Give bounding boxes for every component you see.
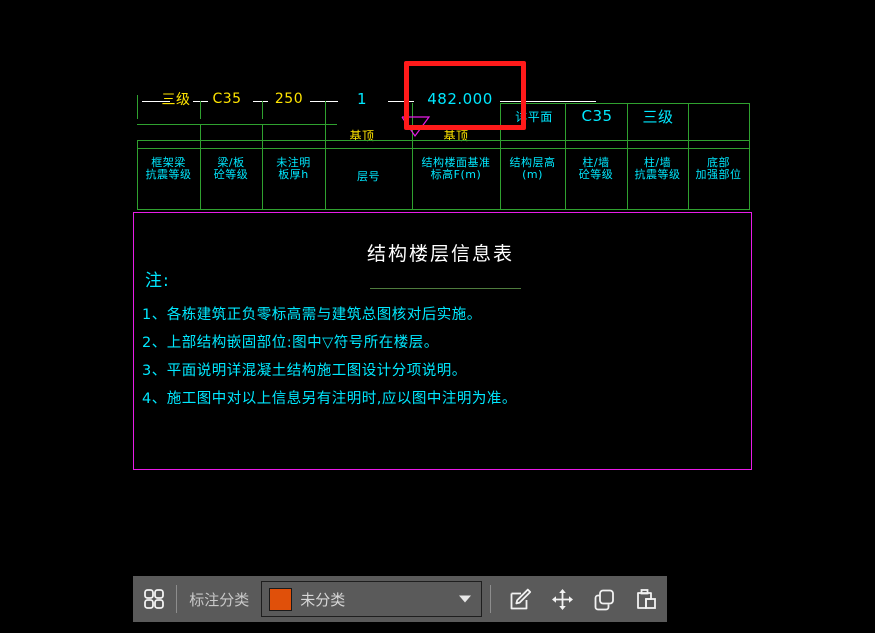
table-header-8: 底部 加强部位 <box>688 157 749 181</box>
note-item-1: 2、上部结构嵌固部位:图中▽符号所在楼层。 <box>142 335 439 351</box>
grid-view-button[interactable] <box>133 576 174 622</box>
grid-icon <box>143 589 164 609</box>
category-color-swatch <box>269 587 293 611</box>
header-line: 板厚h <box>278 167 309 181</box>
right-value-1: C35 <box>581 107 613 125</box>
grid-stub <box>137 95 138 119</box>
edit-icon <box>510 588 531 609</box>
notes-label: 注: <box>145 271 170 291</box>
leader-value-0: 三级 <box>161 92 191 108</box>
table-header-1: 梁/板 砼等级 <box>200 157 262 181</box>
move-button[interactable] <box>541 576 583 622</box>
table-header-6: 柱/墙 砼等级 <box>565 157 627 181</box>
table-header-0: 框架梁 抗震等级 <box>137 157 200 181</box>
grid-stub <box>200 101 201 119</box>
grid-vline <box>749 103 750 210</box>
annotation-toolbar: 标注分类 未分类 <box>133 576 667 622</box>
header-line: 标高F(m) <box>430 167 482 181</box>
toolbar-divider <box>490 585 492 613</box>
copy-button[interactable] <box>583 576 625 622</box>
notes-title: 结构楼层信息表 <box>367 243 515 265</box>
cad-viewport: 三级 C35 250 1 482.000 基顶 基顶 详平面 C35 三级 框架… <box>0 0 875 633</box>
leader-value-3: 1 <box>356 90 368 108</box>
category-dropdown[interactable]: 未分类 <box>261 581 483 617</box>
leader-value-1: C35 <box>212 91 242 107</box>
chevron-down-icon[interactable] <box>459 595 472 603</box>
category-selected-value: 未分类 <box>300 590 346 609</box>
structure-floor-info-table: 三级 C35 250 1 482.000 基顶 基顶 详平面 C35 三级 框架… <box>0 0 875 633</box>
table-header-4: 结构楼面基准 标高F(m) <box>412 157 500 181</box>
table-header-5: 结构层高 (m) <box>500 157 565 181</box>
tool-buttons <box>499 576 667 622</box>
category-label: 标注分类 <box>189 590 250 609</box>
grid-hline <box>137 140 325 141</box>
grid-hline <box>500 140 750 141</box>
header-line: (m) <box>522 167 543 181</box>
sub-value-1: 基顶 <box>443 129 469 143</box>
grid-hline <box>137 124 337 125</box>
header-line: 抗震等级 <box>145 167 192 181</box>
paste-button[interactable] <box>625 576 667 622</box>
grid-vline <box>325 103 326 210</box>
grid-hline <box>137 148 750 149</box>
note-item-2: 3、平面说明详混凝土结构施工图设计分项说明。 <box>142 363 467 379</box>
notes-underline <box>370 288 521 289</box>
highlight-rectangle[interactable] <box>404 61 526 130</box>
note-item-0: 1、各栋建筑正负零标高需与建筑总图核对后实施。 <box>142 307 482 323</box>
copy-icon <box>594 589 614 610</box>
header-line: 抗震等级 <box>634 167 681 181</box>
toolbar-divider <box>176 585 178 613</box>
table-header-3: 层号 <box>325 171 412 183</box>
sub-value-0: 基顶 <box>349 129 375 143</box>
move-icon <box>551 588 573 610</box>
grid-hline <box>500 103 750 104</box>
table-header-2: 未注明 板厚h <box>262 157 325 181</box>
grid-hline <box>137 209 750 210</box>
leader-value-2: 250 <box>274 91 304 107</box>
leader-line <box>310 101 338 102</box>
note-item-3: 4、施工图中对以上信息另有注明时,应以图中注明为准。 <box>142 391 517 407</box>
header-line: 砼等级 <box>213 167 249 181</box>
header-line: 层号 <box>357 170 380 183</box>
header-line: 砼等级 <box>578 167 614 181</box>
edit-button[interactable] <box>499 576 541 622</box>
right-value-2: 三级 <box>642 108 674 126</box>
paste-icon <box>636 588 656 609</box>
grid-stub <box>262 101 263 119</box>
table-header-7: 柱/墙 抗震等级 <box>627 157 688 181</box>
header-line: 加强部位 <box>695 167 742 181</box>
